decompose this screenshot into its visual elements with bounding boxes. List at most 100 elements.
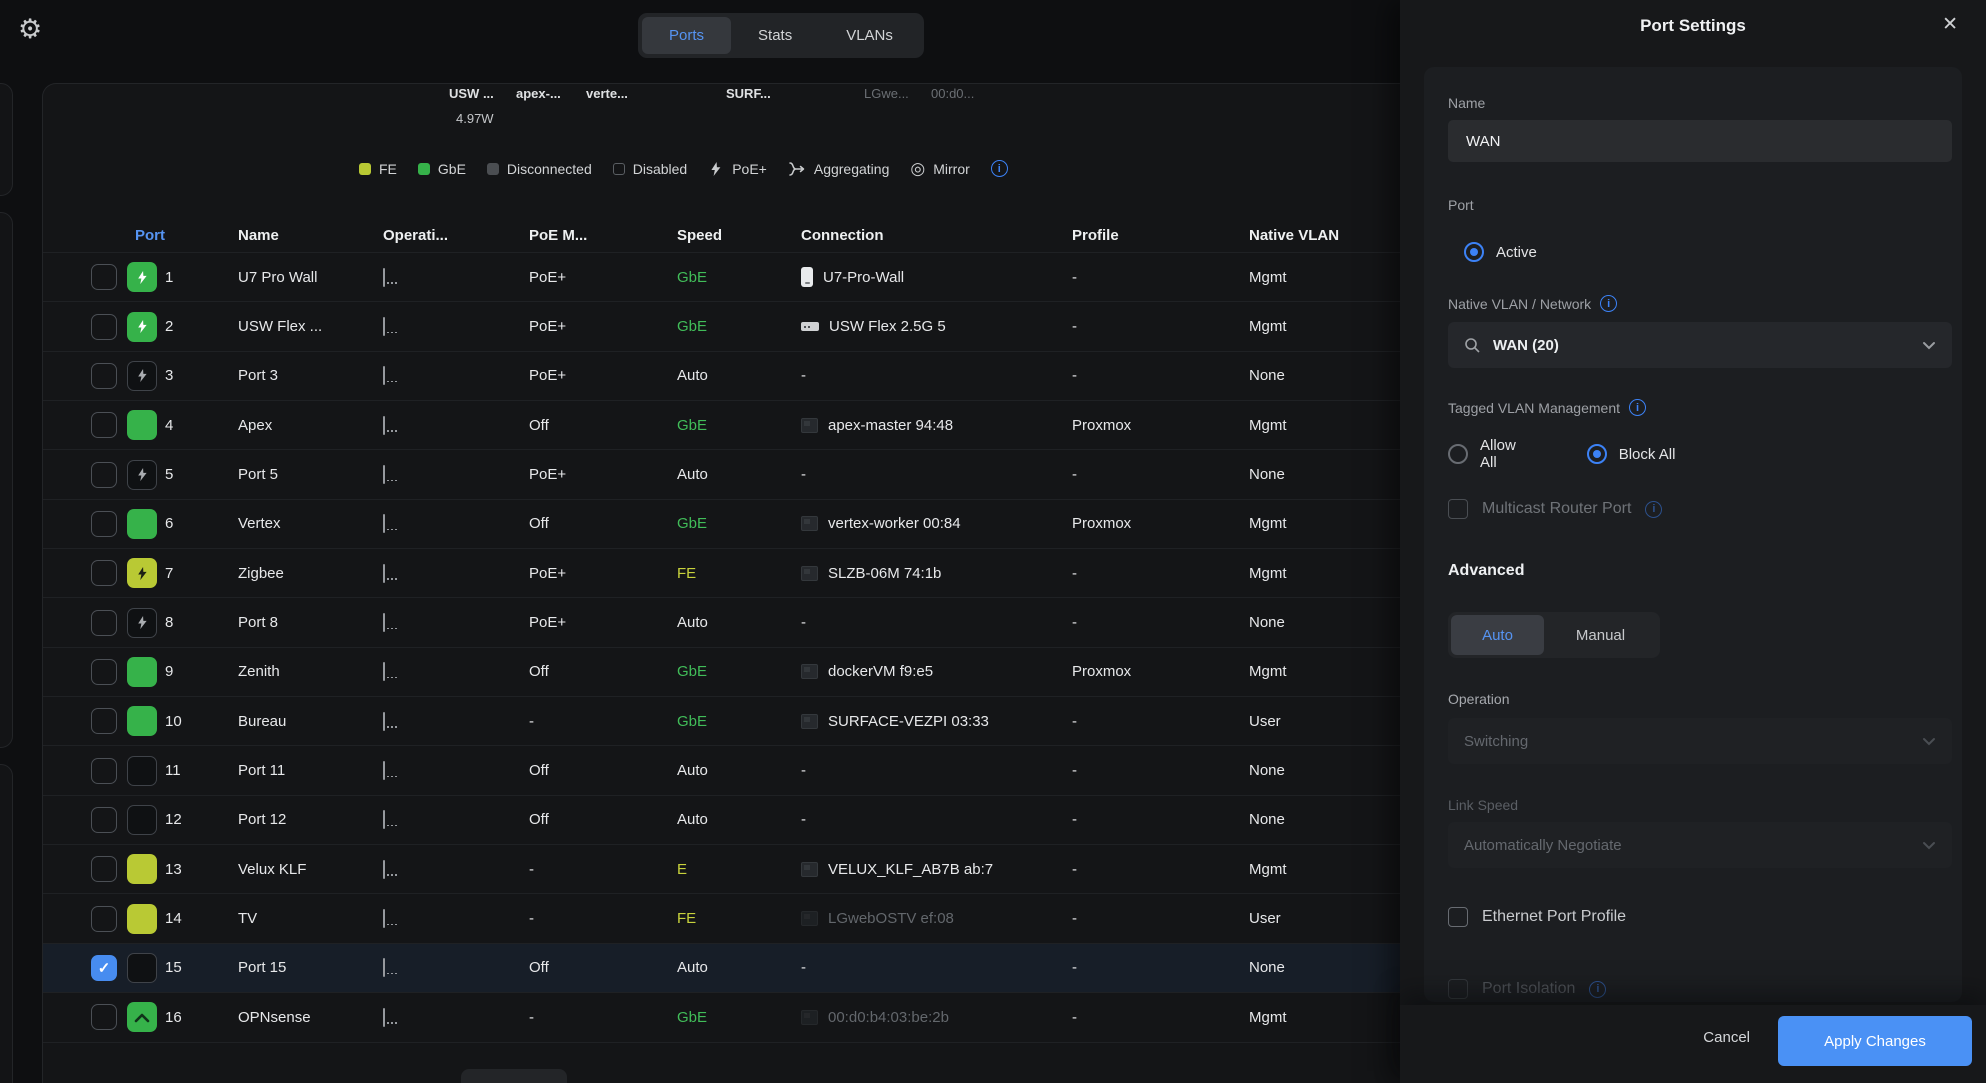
port-speed: FE: [677, 910, 793, 927]
poe-bolt-icon: [135, 368, 150, 383]
legend-mirror: ◎Mirror: [910, 160, 969, 177]
table-row[interactable]: 6VertexOffGbEvertex-worker 00:84ProxmoxM…: [43, 500, 1422, 549]
row-select-checkbox[interactable]: [91, 314, 117, 340]
row-select-checkbox[interactable]: [91, 412, 117, 438]
advanced-mode-manual[interactable]: Manual: [1544, 615, 1657, 655]
row-select-checkbox[interactable]: [91, 560, 117, 586]
port-number: 8: [165, 614, 230, 631]
port-speed: GbE: [677, 663, 793, 680]
port-profile: -: [1072, 269, 1241, 286]
operation-value: Switching: [1464, 733, 1528, 750]
radio-dot-icon: [1587, 444, 1607, 464]
cancel-button[interactable]: Cancel: [1703, 1029, 1750, 1046]
table-row[interactable]: 10Bureau-GbESURFACE-VEZPI 03:33-User: [43, 697, 1422, 746]
table-row[interactable]: 3Port 3PoE+Auto--None: [43, 352, 1422, 401]
port-status-icon: [127, 953, 157, 983]
info-icon[interactable]: i: [1589, 981, 1606, 998]
poe-bolt-icon: [135, 566, 150, 581]
row-select-checkbox[interactable]: [91, 708, 117, 734]
tab-ports[interactable]: Ports: [642, 17, 731, 54]
native-vlan: None: [1249, 367, 1399, 384]
info-icon[interactable]: i: [1629, 399, 1646, 416]
info-icon[interactable]: i: [1645, 501, 1662, 518]
operation-switching-icon: [383, 366, 385, 385]
connection-client: U7-Pro-Wall: [823, 269, 904, 286]
advanced-mode-auto[interactable]: Auto: [1451, 615, 1544, 655]
column-header-poe-mode[interactable]: PoE M...: [529, 227, 669, 244]
port-state-radio-active[interactable]: Active: [1448, 229, 1952, 275]
port-isolation-checkbox[interactable]: Port Isolation i: [1448, 979, 1606, 999]
connection-client: SLZB-06M 74:1b: [828, 565, 941, 582]
table-row[interactable]: 16OPNsense-GbE00:d0:b4:03:be:2b-Mgmt: [43, 993, 1422, 1042]
port-profile: -: [1072, 565, 1241, 582]
port-number: 3: [165, 367, 230, 384]
port-profile: -: [1072, 861, 1241, 878]
tagged-vlan-radio-block-all[interactable]: Block All: [1571, 431, 1986, 477]
column-header-connection[interactable]: Connection: [801, 227, 1064, 244]
row-select-checkbox[interactable]: [91, 363, 117, 389]
native-vlan: None: [1249, 466, 1399, 483]
table-row[interactable]: 8Port 8PoE+Auto--None: [43, 598, 1422, 647]
tab-stats[interactable]: Stats: [731, 17, 819, 54]
table-row[interactable]: 9ZenithOffGbEdockerVM f9:e5ProxmoxMgmt: [43, 648, 1422, 697]
row-select-checkbox[interactable]: [91, 610, 117, 636]
table-row[interactable]: 12Port 12OffAuto--None: [43, 796, 1422, 845]
row-select-checkbox[interactable]: [91, 807, 117, 833]
table-row[interactable]: 2USW Flex ...PoE+GbEUSW Flex 2.5G 5-Mgmt: [43, 302, 1422, 351]
table-row[interactable]: ✓15Port 15OffAuto--None: [43, 944, 1422, 993]
row-select-checkbox[interactable]: [91, 1004, 117, 1030]
column-header-native-vlan[interactable]: Native VLAN: [1249, 227, 1399, 244]
multicast-router-port-checkbox[interactable]: Multicast Router Port i: [1448, 499, 1662, 519]
connection-client: apex-master 94:48: [828, 417, 953, 434]
port-number: 4: [165, 417, 230, 434]
port-profile: Proxmox: [1072, 417, 1241, 434]
port-number: 2: [165, 318, 230, 335]
row-select-checkbox[interactable]: [91, 511, 117, 537]
poe-mode: PoE+: [529, 466, 669, 483]
column-header-name[interactable]: Name: [238, 227, 375, 244]
info-icon[interactable]: i: [1600, 295, 1617, 312]
row-select-checkbox[interactable]: [91, 856, 117, 882]
table-scroll-stub[interactable]: [461, 1069, 567, 1083]
port-speed: GbE: [677, 713, 793, 730]
tagged-vlan-radio-group: Allow AllBlock AllCustom: [1448, 431, 1986, 477]
column-header-profile[interactable]: Profile: [1072, 227, 1241, 244]
table-row[interactable]: 13Velux KLF-EVELUX_KLF_AB7B ab:7-Mgmt: [43, 845, 1422, 894]
row-select-checkbox[interactable]: [91, 906, 117, 932]
operation-select[interactable]: Switching: [1448, 718, 1952, 764]
close-icon[interactable]: ✕: [1942, 13, 1958, 36]
table-row[interactable]: 11Port 11OffAuto--None: [43, 746, 1422, 795]
table-row[interactable]: 7ZigbeePoE+FESLZB-06M 74:1b-Mgmt: [43, 549, 1422, 598]
port-status-icon: [127, 706, 157, 736]
ethernet-port-profile-checkbox[interactable]: Ethernet Port Profile: [1448, 907, 1626, 927]
native-vlan-select[interactable]: WAN (20): [1448, 322, 1952, 368]
operation-switching-icon: [383, 712, 385, 731]
connection-client: vertex-worker 00:84: [828, 515, 961, 532]
column-header-operation[interactable]: Operati...: [383, 227, 521, 244]
port-profile: Proxmox: [1072, 663, 1241, 680]
column-header-port[interactable]: Port: [91, 227, 230, 244]
row-select-checkbox[interactable]: [91, 462, 117, 488]
settings-gear-icon[interactable]: ⚙: [18, 14, 42, 45]
tab-vlans[interactable]: VLANs: [819, 17, 920, 54]
tagged-vlan-radio-allow-all[interactable]: Allow All: [1448, 437, 1533, 471]
row-select-checkbox[interactable]: ✓: [91, 955, 117, 981]
info-icon[interactable]: i: [991, 160, 1008, 177]
port-name: Velux KLF: [238, 861, 375, 878]
port-number: 12: [165, 811, 230, 828]
name-input[interactable]: WAN: [1448, 120, 1952, 162]
apply-changes-button[interactable]: Apply Changes: [1778, 1016, 1972, 1066]
checkbox-box: [1448, 979, 1468, 999]
poe-mode: Off: [529, 762, 669, 779]
uplink-chevron-icon: [134, 1012, 150, 1023]
radio-dot-icon: [1448, 444, 1468, 464]
row-select-checkbox[interactable]: [91, 758, 117, 784]
row-select-checkbox[interactable]: [91, 659, 117, 685]
table-row[interactable]: 14TV-FELGwebOSTV ef:08-User: [43, 894, 1422, 943]
table-row[interactable]: 4ApexOffGbEapex-master 94:48ProxmoxMgmt: [43, 401, 1422, 450]
column-header-speed[interactable]: Speed: [677, 227, 793, 244]
row-select-checkbox[interactable]: [91, 264, 117, 290]
table-row[interactable]: 1U7 Pro WallPoE+GbEU7-Pro-Wall-Mgmt: [43, 253, 1422, 302]
link-speed-select[interactable]: Automatically Negotiate: [1448, 822, 1952, 868]
table-row[interactable]: 5Port 5PoE+Auto--None: [43, 450, 1422, 499]
